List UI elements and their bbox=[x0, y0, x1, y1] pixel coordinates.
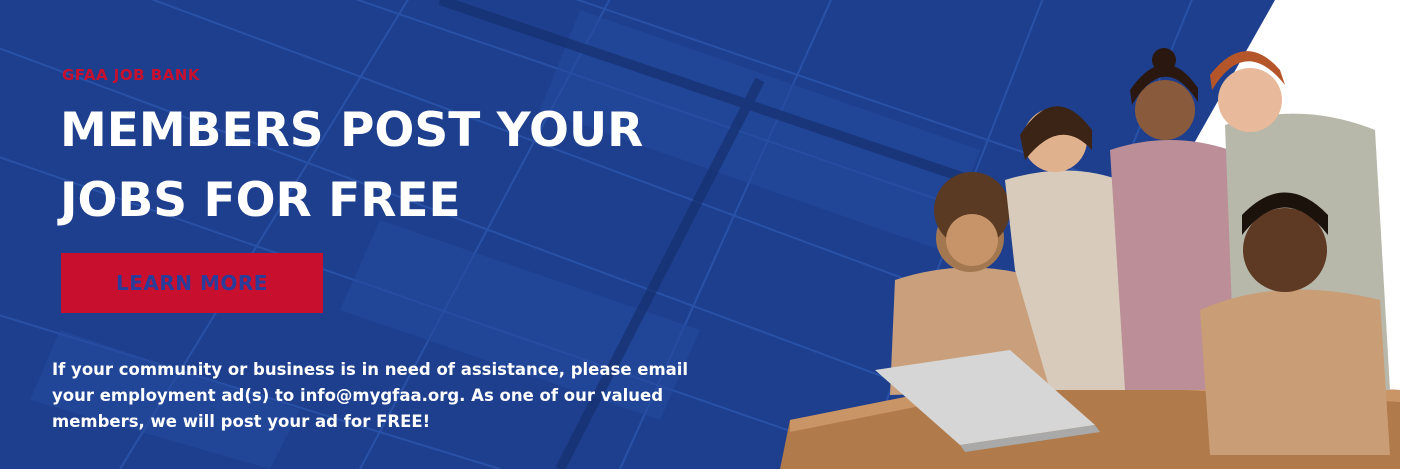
headline: MEMBERS POST YOUR JOBS FOR FREE bbox=[60, 96, 700, 236]
job-bank-banner: GFAA JOB BANK MEMBERS POST YOUR JOBS FOR… bbox=[0, 0, 1407, 469]
learn-more-button[interactable]: LEARN MORE bbox=[61, 253, 323, 313]
description-text: If your community or business is in need… bbox=[52, 357, 772, 435]
headline-line-2: JOBS FOR FREE bbox=[60, 173, 461, 228]
team-photo bbox=[780, 48, 1400, 469]
headline-line-1: MEMBERS POST YOUR bbox=[60, 103, 644, 158]
description-line-3: members, we will post your ad for FREE! bbox=[52, 412, 431, 431]
description-line-1: If your community or business is in need… bbox=[52, 360, 689, 379]
job-bank-label: GFAA JOB BANK bbox=[62, 66, 200, 84]
description-line-2: your employment ad(s) to info@mygfaa.org… bbox=[52, 386, 664, 405]
